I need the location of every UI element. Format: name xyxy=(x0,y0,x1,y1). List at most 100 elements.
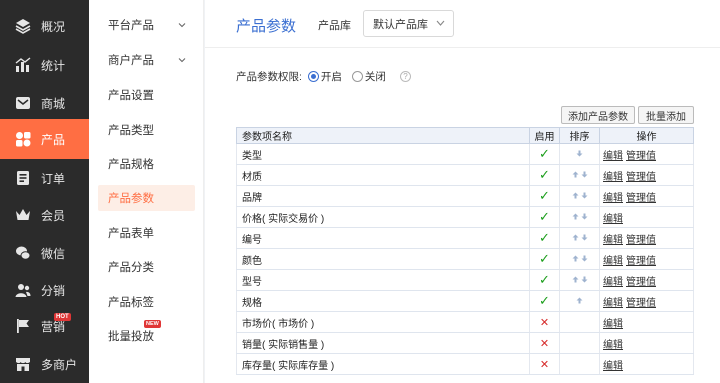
submenu-item-4[interactable]: 产品规格 xyxy=(98,151,195,177)
edit-link[interactable]: 编辑 xyxy=(603,277,623,288)
submenu-item-8[interactable]: 产品标签 xyxy=(98,289,195,315)
sidebar-item-4[interactable]: 订单 xyxy=(0,158,89,198)
sidebar-item-3[interactable]: 产品 xyxy=(0,119,89,159)
submenu-item-6[interactable]: 产品表单 xyxy=(98,220,195,246)
check-icon[interactable]: ✓ xyxy=(539,251,550,266)
edit-link[interactable]: 编辑 xyxy=(603,193,623,204)
sidebar-item-0[interactable]: 概况 xyxy=(0,6,89,46)
add-parameter-button[interactable]: 添加产品参数 xyxy=(561,106,635,124)
sidebar-item-6[interactable]: 微信 xyxy=(0,233,89,273)
arrow-up-icon[interactable] xyxy=(571,191,580,202)
arrow-down-icon[interactable] xyxy=(580,233,589,244)
edit-link[interactable]: 编辑 xyxy=(603,256,623,267)
sort-cell xyxy=(559,164,600,186)
ops-cell: 编辑 xyxy=(599,353,694,375)
col-name-header: 参数项名称 xyxy=(236,127,530,144)
edit-link[interactable]: 编辑 xyxy=(603,172,623,183)
manage-values-link[interactable]: 管理值 xyxy=(626,298,656,309)
param-name: 类型 xyxy=(236,143,530,165)
edit-link[interactable]: 编辑 xyxy=(603,298,623,309)
arrow-down-icon[interactable] xyxy=(580,254,589,265)
manage-values-link[interactable]: 管理值 xyxy=(626,193,656,204)
apps-icon xyxy=(14,130,32,148)
layers-icon xyxy=(14,17,32,35)
table-header-row: 参数项名称 启用 排序 操作 xyxy=(236,127,694,144)
check-icon[interactable]: ✓ xyxy=(539,146,550,161)
sidebar-item-label: 分销 xyxy=(41,283,66,298)
ops-cell: 编辑 管理值 xyxy=(599,185,694,207)
table-row: 材质 ✓ 编辑 管理值 xyxy=(236,164,694,186)
manage-values-link[interactable]: 管理值 xyxy=(626,277,656,288)
cross-icon[interactable]: ✕ xyxy=(540,359,549,371)
library-select[interactable]: 默认产品库 xyxy=(363,10,454,37)
sidebar-item-9[interactable]: 多商户 xyxy=(0,344,89,383)
permission-off-label: 关闭 xyxy=(364,71,386,83)
permission-off-radio[interactable]: 关闭 xyxy=(351,69,386,84)
enabled-cell: ✓ xyxy=(529,185,560,207)
submenu-item-5[interactable]: 产品参数 xyxy=(98,185,195,211)
table-row: 编号 ✓ 编辑 管理值 xyxy=(236,227,694,249)
sidebar-item-2[interactable]: 商城 xyxy=(0,83,89,123)
sort-cell xyxy=(559,332,600,354)
arrow-up-icon[interactable] xyxy=(575,296,584,307)
submenu-item-3[interactable]: 产品类型 xyxy=(98,117,195,143)
arrow-up-icon[interactable] xyxy=(571,275,580,286)
manage-values-link[interactable]: 管理值 xyxy=(626,172,656,183)
edit-link[interactable]: 编辑 xyxy=(603,361,623,372)
sidebar-item-1[interactable]: 统计 xyxy=(0,45,89,85)
arrow-down-icon[interactable] xyxy=(580,212,589,223)
permission-on-radio[interactable]: 开启 xyxy=(307,69,342,84)
edit-link[interactable]: 编辑 xyxy=(603,151,623,162)
edit-link[interactable]: 编辑 xyxy=(603,214,623,225)
help-icon[interactable]: ? xyxy=(399,71,411,82)
check-icon[interactable]: ✓ xyxy=(539,188,550,203)
ops-cell: 编辑 管理值 xyxy=(599,248,694,270)
arrow-up-icon[interactable] xyxy=(571,212,580,223)
page-title: 产品参数 xyxy=(236,18,297,35)
enabled-cell: ✓ xyxy=(529,269,560,291)
manage-values-link[interactable]: 管理值 xyxy=(626,256,656,267)
submenu-item-label: 产品分类 xyxy=(108,262,154,274)
cross-icon[interactable]: ✕ xyxy=(540,338,549,350)
arrow-up-icon[interactable] xyxy=(571,254,580,265)
param-name: 品牌 xyxy=(236,185,530,207)
submenu-item-1[interactable]: 商户产品 xyxy=(98,47,195,73)
param-name: 价格( 实际交易价 ) xyxy=(236,206,530,228)
edit-link[interactable]: 编辑 xyxy=(603,319,623,330)
mail-icon xyxy=(14,94,32,112)
check-icon[interactable]: ✓ xyxy=(539,167,550,182)
cross-icon[interactable]: ✕ xyxy=(540,317,549,329)
param-name: 规格 xyxy=(236,290,530,312)
check-icon[interactable]: ✓ xyxy=(539,293,550,308)
arrow-up-icon[interactable] xyxy=(571,233,580,244)
manage-values-link[interactable]: 管理值 xyxy=(626,151,656,162)
check-icon[interactable]: ✓ xyxy=(539,230,550,245)
ops-cell: 编辑 管理值 xyxy=(599,143,694,165)
sidebar-item-label: 概况 xyxy=(41,19,66,34)
submenu-item-label: 产品表单 xyxy=(108,228,154,240)
flag-icon xyxy=(14,317,32,335)
manage-values-link[interactable]: 管理值 xyxy=(626,235,656,246)
arrow-down-icon[interactable] xyxy=(580,191,589,202)
param-name: 市场价( 市场价 ) xyxy=(236,311,530,333)
sidebar-item-7[interactable]: 分销 xyxy=(0,270,89,310)
sidebar-item-8[interactable]: 营销 HOT xyxy=(0,306,89,346)
arrow-down-icon[interactable] xyxy=(580,275,589,286)
sidebar-item-5[interactable]: 会员 xyxy=(0,195,89,235)
submenu-item-7[interactable]: 产品分类 xyxy=(98,254,195,280)
arrow-down-icon[interactable] xyxy=(575,149,584,160)
ops-cell: 编辑 管理值 xyxy=(599,290,694,312)
check-icon[interactable]: ✓ xyxy=(539,272,550,287)
batch-add-button[interactable]: 批量添加 xyxy=(638,106,694,124)
submenu-item-9[interactable]: 批量投放 NEW xyxy=(98,320,195,349)
edit-link[interactable]: 编辑 xyxy=(603,235,623,246)
submenu-item-0[interactable]: 平台产品 xyxy=(98,12,195,38)
arrow-up-icon[interactable] xyxy=(571,170,580,181)
edit-link[interactable]: 编辑 xyxy=(603,340,623,351)
check-icon[interactable]: ✓ xyxy=(539,209,550,224)
stats-icon xyxy=(14,56,32,74)
arrow-down-icon[interactable] xyxy=(580,170,589,181)
submenu-item-2[interactable]: 产品设置 xyxy=(98,82,195,108)
submenu-item-label: 产品规格 xyxy=(108,159,154,171)
sort-cell xyxy=(559,353,600,375)
